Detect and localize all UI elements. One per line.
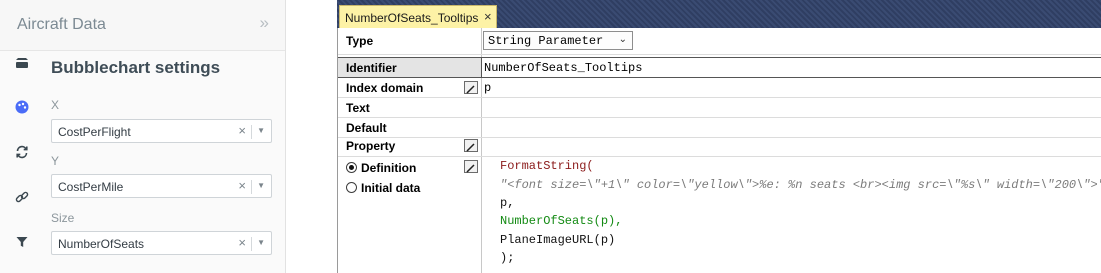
clear-icon[interactable]: ×	[238, 123, 246, 138]
size-select-value: NumberOfSeats	[58, 237, 145, 251]
y-field-label: Y	[51, 154, 60, 168]
property-row: Property	[338, 136, 1101, 157]
identifier-attributes-editor: Type String Parameter ⌄ Identifier Numbe…	[337, 28, 1101, 273]
initial-data-label: Initial data	[361, 181, 421, 195]
property-label: Property	[346, 139, 396, 153]
refresh-icon[interactable]	[11, 141, 33, 163]
default-row: Default	[338, 118, 1101, 138]
close-icon[interactable]: ×	[484, 9, 492, 24]
code-line-2: "<font size=\"+1\" color=\"yellow\">%e: …	[500, 178, 1101, 192]
text-row: Text	[338, 98, 1101, 118]
chevron-down-icon[interactable]: ▼	[257, 181, 265, 190]
index-domain-label: Index domain	[346, 81, 424, 95]
clear-icon[interactable]: ×	[238, 178, 246, 193]
identifier-label: Identifier	[346, 61, 397, 75]
collapse-panel-icon[interactable]: »	[260, 13, 269, 33]
type-select-value: String Parameter	[488, 34, 604, 48]
code-line-5: PlaneImageURL(p)	[500, 233, 616, 247]
tab-label: NumberOfSeats_Tooltips	[345, 11, 479, 25]
code-line-1: FormatString(	[500, 159, 594, 173]
definition-radio[interactable]	[346, 162, 357, 173]
select-divider	[251, 125, 252, 139]
identifier-row: Identifier NumberOfSeats_Tooltips	[338, 57, 1101, 78]
code-line-3: p,	[500, 196, 515, 210]
identifier-field[interactable]: NumberOfSeats_Tooltips	[484, 61, 642, 75]
code-line-6: );	[500, 251, 515, 265]
panel-title: Aircraft Data	[17, 16, 106, 33]
size-field-label: Size	[51, 211, 75, 225]
select-divider	[251, 180, 252, 194]
definition-label: Definition	[361, 161, 417, 175]
edit-index-domain-button[interactable]	[464, 81, 478, 94]
palette-icon[interactable]	[11, 96, 33, 118]
filter-icon[interactable]	[11, 231, 33, 253]
panel-header: Aircraft Data »	[0, 0, 285, 51]
index-domain-row: Index domain p	[338, 78, 1101, 98]
y-select[interactable]: CostPerMile × ▼	[51, 174, 272, 198]
chevron-down-icon[interactable]: ▼	[257, 238, 265, 247]
select-divider	[251, 237, 252, 251]
chevron-down-icon[interactable]: ⌄	[619, 34, 627, 45]
index-domain-field[interactable]: p	[484, 81, 491, 95]
edit-definition-button[interactable]	[464, 160, 478, 173]
tray-icon[interactable]	[11, 52, 33, 74]
type-label: Type	[346, 34, 374, 48]
clear-icon[interactable]: ×	[238, 235, 246, 250]
y-select-value: CostPerMile	[58, 180, 124, 194]
tab-numberofseats-tooltips[interactable]: NumberOfSeats_Tooltips ×	[339, 5, 497, 28]
initial-data-radio[interactable]	[346, 182, 357, 193]
edit-property-button[interactable]	[464, 139, 478, 152]
link-icon[interactable]	[11, 186, 33, 208]
identifier-label-cell: Identifier	[338, 58, 482, 77]
default-label: Default	[346, 121, 387, 135]
type-row: Type String Parameter ⌄	[338, 28, 1101, 55]
settings-heading: Bubblechart settings	[51, 58, 221, 77]
x-field-label: X	[51, 98, 60, 112]
aircraft-data-panel: Aircraft Data » Bubblechart settings X C…	[0, 0, 286, 273]
x-select[interactable]: CostPerFlight × ▼	[51, 119, 272, 143]
size-select[interactable]: NumberOfSeats × ▼	[51, 231, 272, 255]
code-line-4: NumberOfSeats(p),	[500, 214, 623, 228]
text-label: Text	[346, 101, 370, 115]
side-icon-bar	[0, 50, 44, 273]
type-select[interactable]: String Parameter ⌄	[483, 31, 633, 50]
chevron-down-icon[interactable]: ▼	[257, 126, 265, 135]
x-select-value: CostPerFlight	[58, 125, 131, 139]
